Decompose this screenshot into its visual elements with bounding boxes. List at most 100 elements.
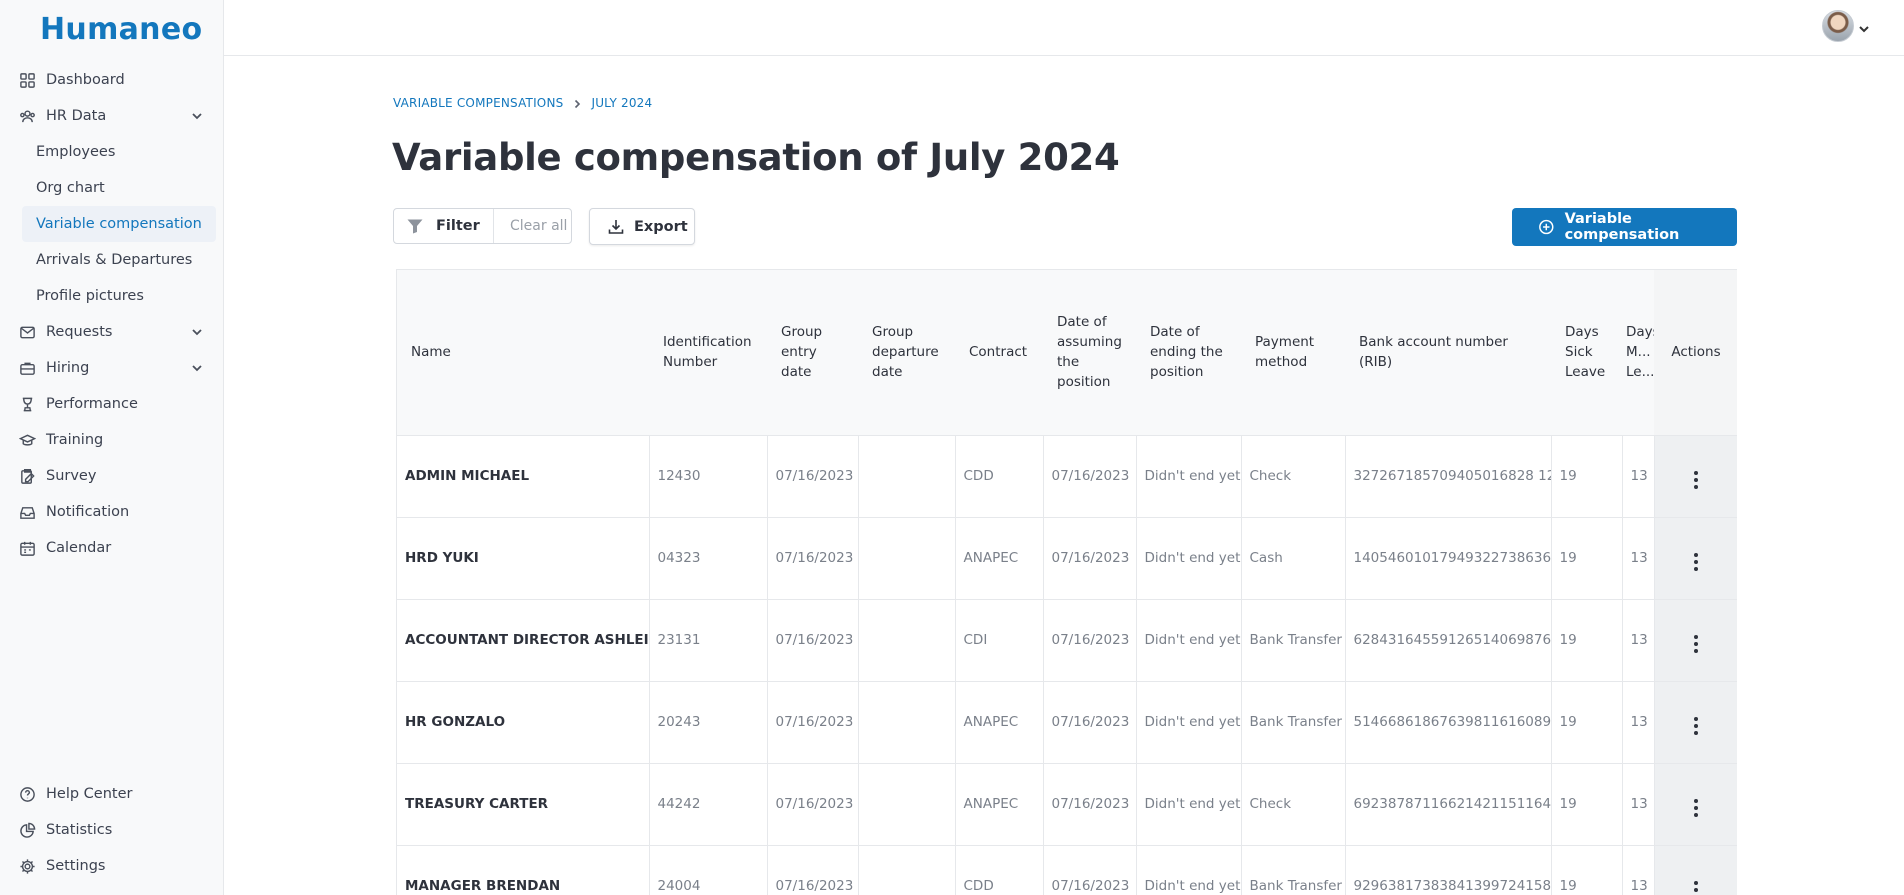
column-header[interactable]: Contract xyxy=(955,270,1043,436)
column-header[interactable]: Group entry date xyxy=(767,270,858,436)
help-icon xyxy=(18,785,36,803)
column-header[interactable]: Days Sick Leave xyxy=(1551,270,1622,436)
table-cell: TREASURY CARTER xyxy=(397,763,650,846)
export-button[interactable]: Export xyxy=(589,208,695,245)
table-cell: 13 xyxy=(1622,845,1655,895)
row-actions-cell xyxy=(1654,517,1737,600)
table-cell: 07/16/2023 xyxy=(767,763,859,846)
table-cell: Bank Transfer xyxy=(1241,845,1346,895)
table-cell: 24004 xyxy=(649,845,768,895)
avatar[interactable] xyxy=(1822,10,1854,42)
sidebar-bottom-nav: Help Center Statistics Settings xyxy=(0,776,224,884)
table-cell xyxy=(858,681,956,764)
filter-label: Filter xyxy=(436,218,480,234)
sidebar-item-statistics[interactable]: Statistics xyxy=(0,812,224,848)
more-vertical-icon[interactable] xyxy=(1694,717,1699,735)
table-row[interactable]: ADMIN MICHAEL 12430 07/16/2023 CDD 07/16/202… xyxy=(397,435,1737,518)
sidebar-item-org-chart[interactable]: Org chart xyxy=(0,170,216,206)
add-variable-compensation-button[interactable]: Variable compensation xyxy=(1512,208,1737,246)
table-cell: 04323 xyxy=(649,517,768,600)
sidebar-item-variable-compensation[interactable]: Variable compensation xyxy=(22,206,216,242)
compensation-table-container[interactable]: Name Identification Number Group entry d… xyxy=(396,269,1737,895)
breadcrumb-parent[interactable]: VARIABLE COMPENSATIONS xyxy=(393,96,563,110)
table-row[interactable]: HR GONZALO 20243 07/16/2023 ANAPEC 07/16/202… xyxy=(397,681,1737,764)
sidebar-item-survey[interactable]: Survey xyxy=(0,458,224,494)
sidebar-nav: Dashboard HR Data Employees Org chart Va… xyxy=(0,62,224,566)
plus-circle-icon xyxy=(1539,219,1554,235)
table-cell xyxy=(858,845,956,895)
table-cell: 23131 xyxy=(649,599,768,682)
sidebar-item-hr-data[interactable]: HR Data xyxy=(0,98,224,134)
table-row[interactable]: TREASURY CARTER 44242 07/16/2023 ANAPEC 07/1… xyxy=(397,763,1737,846)
app-logo[interactable]: Humaneo xyxy=(40,12,202,47)
sidebar-item-calendar[interactable]: Calendar xyxy=(0,530,224,566)
sidebar-item-training[interactable]: Training xyxy=(0,422,224,458)
column-header[interactable]: Name xyxy=(397,270,649,436)
sidebar-item-label: Notification xyxy=(46,504,130,520)
table-cell: MANAGER BRENDAN xyxy=(397,845,650,895)
more-vertical-icon[interactable] xyxy=(1694,635,1699,653)
clear-all-button[interactable]: Clear all xyxy=(494,218,567,234)
table-cell: 692387871166214211511646 xyxy=(1345,763,1552,846)
briefcase-icon xyxy=(18,359,36,377)
breadcrumb: VARIABLE COMPENSATIONS JULY 2024 xyxy=(393,96,652,110)
table-cell xyxy=(858,599,956,682)
table-cell: 19 xyxy=(1551,681,1623,764)
filter-button[interactable]: Filter xyxy=(394,209,494,243)
table-cell: HRD YUKI xyxy=(397,517,650,600)
table-cell: 19 xyxy=(1551,435,1623,518)
table-cell: HR GONZALO xyxy=(397,681,650,764)
table-cell: 19 xyxy=(1551,517,1623,600)
page-title: Variable compensation of July 2024 xyxy=(392,136,1120,179)
table-row[interactable]: HRD YUKI 04323 07/16/2023 ANAPEC 07/16/2023 D… xyxy=(397,517,1737,600)
sidebar-item-profile-pictures[interactable]: Profile pictures xyxy=(0,278,216,314)
column-header[interactable]: Date of ending the position xyxy=(1136,270,1241,436)
table-cell: 07/16/2023 xyxy=(1043,763,1137,846)
column-header[interactable]: Identification Number xyxy=(649,270,767,436)
dashboard-icon xyxy=(18,71,36,89)
column-header[interactable]: Days M... Le... xyxy=(1622,270,1654,436)
table-cell: 07/16/2023 xyxy=(1043,599,1137,682)
sidebar-item-label: Requests xyxy=(46,324,113,340)
column-header[interactable]: Date of assuming the position xyxy=(1043,270,1136,436)
table-row[interactable]: ACCOUNTANT DIRECTOR ASHLEIGH 23131 07/16/2… xyxy=(397,599,1737,682)
mail-icon xyxy=(18,323,36,341)
sidebar-item-performance[interactable]: Performance xyxy=(0,386,224,422)
more-vertical-icon[interactable] xyxy=(1694,881,1699,895)
table-cell: 19 xyxy=(1551,599,1623,682)
inbox-icon xyxy=(18,503,36,521)
column-header[interactable]: Payment method xyxy=(1241,270,1345,436)
table-cell: 07/16/2023 xyxy=(767,845,859,895)
table-cell: 44242 xyxy=(649,763,768,846)
table-row[interactable]: MANAGER BRENDAN 24004 07/16/2023 CDD 07/16/2… xyxy=(397,845,1737,895)
sidebar-item-employees[interactable]: Employees xyxy=(0,134,216,170)
table-cell: Didn't end yet xyxy=(1136,845,1242,895)
table-cell: ACCOUNTANT DIRECTOR ASHLEIGH xyxy=(397,599,650,682)
compensation-table: Name Identification Number Group entry d… xyxy=(397,270,1737,895)
more-vertical-icon[interactable] xyxy=(1694,799,1699,817)
more-vertical-icon[interactable] xyxy=(1694,471,1699,489)
sidebar-item-label: Statistics xyxy=(46,822,113,838)
download-icon xyxy=(608,219,624,234)
sidebar-item-dashboard[interactable]: Dashboard xyxy=(0,62,224,98)
sidebar-item-label: Calendar xyxy=(46,540,112,556)
sidebar-item-settings[interactable]: Settings xyxy=(0,848,224,884)
table-cell: ANAPEC xyxy=(955,517,1044,600)
breadcrumb-current[interactable]: JULY 2024 xyxy=(591,96,652,110)
table-cell: 12430 xyxy=(649,435,768,518)
table-cell: Didn't end yet xyxy=(1136,763,1242,846)
chevron-down-icon[interactable] xyxy=(1858,20,1870,33)
sidebar-item-help-center[interactable]: Help Center xyxy=(0,776,224,812)
filter-group: Filter Clear all xyxy=(393,208,572,244)
sidebar-item-label: HR Data xyxy=(46,108,107,124)
sidebar-item-arrivals-departures[interactable]: Arrivals & Departures xyxy=(0,242,216,278)
sidebar-item-notification[interactable]: Notification xyxy=(0,494,224,530)
calendar-icon xyxy=(18,539,36,557)
column-header[interactable]: Bank account number (RIB) xyxy=(1345,270,1551,436)
table-cell: 07/16/2023 xyxy=(1043,845,1137,895)
sidebar-item-requests[interactable]: Requests xyxy=(0,314,224,350)
more-vertical-icon[interactable] xyxy=(1694,553,1699,571)
sidebar-item-hiring[interactable]: Hiring xyxy=(0,350,224,386)
column-header[interactable]: Group departure date xyxy=(858,270,955,436)
row-actions-cell xyxy=(1654,845,1737,895)
